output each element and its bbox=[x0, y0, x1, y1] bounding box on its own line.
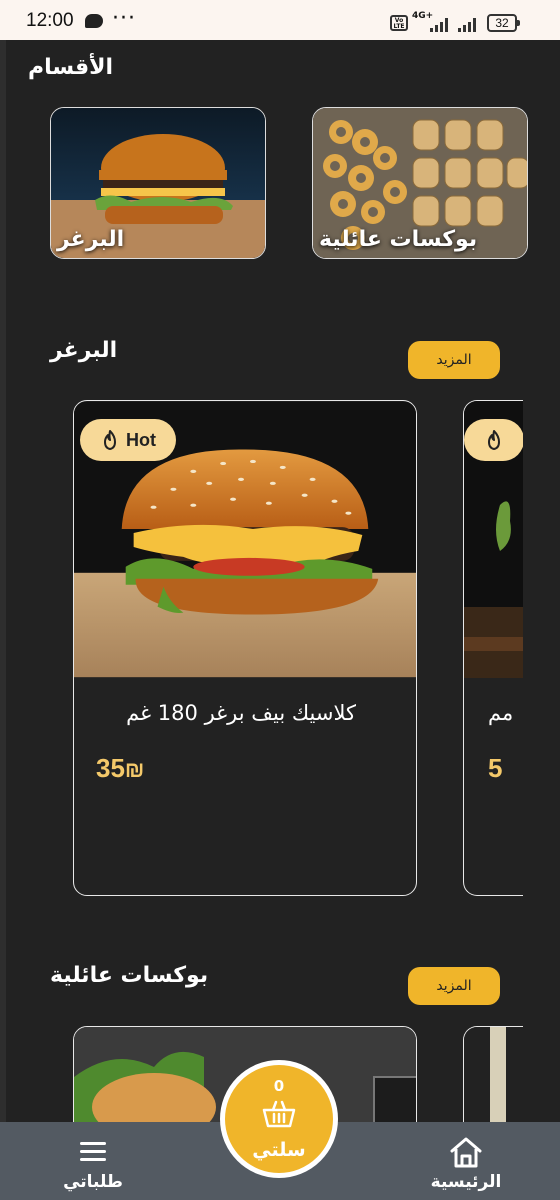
product-name: كلاسيك بيف برغر 180 غم bbox=[126, 701, 356, 725]
more-notifications-icon: ··· bbox=[112, 6, 136, 31]
status-bar: 12:00 ··· Vo LTE 4G+ 32 bbox=[0, 0, 560, 40]
burger-more-button[interactable]: المزيد bbox=[408, 341, 500, 379]
hot-badge: Hot bbox=[80, 419, 176, 461]
product-card-peek[interactable]: مم 5 bbox=[463, 400, 523, 896]
signal-icon bbox=[430, 17, 448, 32]
home-icon bbox=[450, 1137, 482, 1168]
product-name-peek: مم bbox=[488, 701, 514, 725]
signal-icon-2 bbox=[458, 17, 476, 32]
hot-badge-label: Hot bbox=[126, 429, 156, 450]
status-time: 12:00 bbox=[26, 10, 74, 31]
hot-badge-peek bbox=[464, 419, 523, 461]
battery-icon: 32 bbox=[487, 14, 520, 32]
currency-symbol: ₪ bbox=[124, 757, 145, 782]
cart-count: 0 bbox=[273, 1077, 285, 1095]
family-more-button[interactable]: المزيد bbox=[408, 967, 500, 1005]
category-label: البرغر bbox=[57, 227, 125, 252]
product-card[interactable]: Hot كلاسيك بيف برغر 180 غم 35₪ bbox=[73, 400, 417, 896]
nav-home-label: الرئيسية bbox=[430, 1172, 502, 1192]
basket-icon bbox=[262, 1100, 296, 1128]
flame-icon bbox=[488, 430, 500, 450]
message-icon bbox=[85, 14, 103, 28]
cart-button[interactable]: 0 سلتي bbox=[220, 1060, 338, 1178]
menu-icon bbox=[80, 1142, 106, 1161]
burger-section-title: البرغر bbox=[50, 338, 118, 363]
cart-label: سلتي bbox=[252, 1139, 306, 1161]
volte-icon: Vo LTE bbox=[390, 15, 408, 31]
categories-title: الأقسام bbox=[28, 55, 114, 80]
nav-orders[interactable]: طلباتي bbox=[58, 1136, 128, 1192]
category-card-burger[interactable]: البرغر bbox=[50, 107, 266, 259]
price-value: 35 bbox=[96, 753, 125, 783]
product-price: 35₪ bbox=[96, 753, 144, 784]
category-card-family-boxes[interactable]: بوكسات عائلية bbox=[312, 107, 528, 259]
category-label: بوكسات عائلية bbox=[319, 227, 478, 252]
flame-icon bbox=[104, 430, 116, 450]
family-section-title: بوكسات عائلية bbox=[50, 963, 209, 988]
nav-home[interactable]: الرئيسية bbox=[428, 1134, 504, 1192]
nav-orders-label: طلباتي bbox=[63, 1172, 123, 1192]
product-price-peek: 5 bbox=[488, 753, 503, 783]
edge-strip bbox=[0, 40, 6, 1122]
